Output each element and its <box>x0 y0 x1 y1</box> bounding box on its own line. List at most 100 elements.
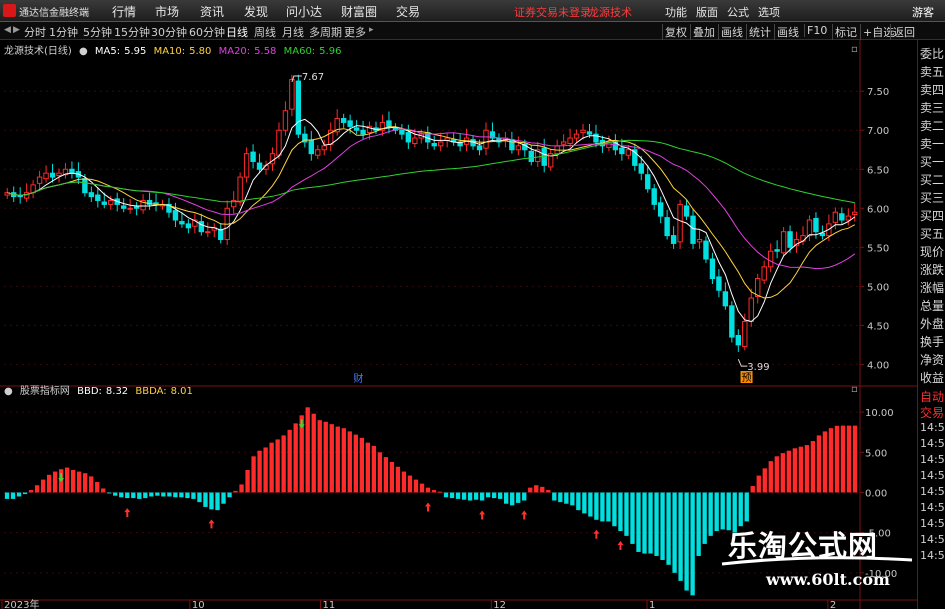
side-turnover[interactable]: 换手 <box>920 333 944 350</box>
bbd-bar <box>612 492 617 527</box>
side-s5[interactable]: 卖五 <box>920 63 944 80</box>
period-60min[interactable]: 60分钟 <box>189 24 225 40</box>
bbd-bar <box>161 492 166 497</box>
side-b2[interactable]: 买二 <box>920 171 944 188</box>
period-1min[interactable]: 1分钟 <box>49 24 78 40</box>
candle-body <box>49 172 56 178</box>
side-outer[interactable]: 外盘 <box>920 315 944 332</box>
menu-options[interactable]: 选项 <box>758 4 780 20</box>
high-label: 7.67 <box>302 72 324 83</box>
bbd-bar <box>552 492 557 501</box>
menu-discover[interactable]: 发现 <box>244 3 268 20</box>
side-volume[interactable]: 总量 <box>920 297 944 314</box>
side-pct[interactable]: 涨幅 <box>920 279 944 296</box>
menu-market[interactable]: 市场 <box>155 3 179 20</box>
bbd-bar <box>155 492 160 496</box>
bbd-bar <box>16 492 22 497</box>
bbd-bar <box>275 439 280 493</box>
candle-body <box>282 110 289 131</box>
side-nav[interactable]: 净资 <box>920 351 944 368</box>
menu-news[interactable]: 资讯 <box>200 3 224 20</box>
bbd-bar <box>630 492 635 544</box>
side-b3[interactable]: 买三 <box>920 189 944 206</box>
date-label: 2023年 <box>4 598 39 609</box>
candle-body <box>677 203 683 243</box>
bbd-bar <box>359 437 365 493</box>
side-s2[interactable]: 卖二 <box>920 117 944 134</box>
side-time: 14:56 <box>920 469 945 482</box>
bbd-bar <box>594 492 599 520</box>
candle-body <box>127 207 133 210</box>
chart-menu-icon: ▫ <box>851 44 858 55</box>
tool-mark[interactable]: 标记 <box>832 24 859 40</box>
period-tick[interactable]: 分时 <box>24 24 46 40</box>
bbd-bar <box>347 431 352 493</box>
side-wb[interactable]: 委比 <box>920 45 944 62</box>
indicator-collapse-icon[interactable]: ● <box>4 386 13 397</box>
nav-next-icon[interactable]: ▶ <box>13 25 23 36</box>
buy-arrow-icon <box>479 510 486 520</box>
menu-function[interactable]: 功能 <box>665 4 687 20</box>
bbd-bar <box>606 492 611 522</box>
side-price[interactable]: 现价 <box>920 243 944 260</box>
bbd-bar <box>696 492 701 556</box>
tool-draw[interactable]: 画线 <box>718 24 745 40</box>
tool-f10[interactable]: F10 <box>804 24 829 37</box>
candle-body <box>528 150 534 162</box>
legend-collapse-icon[interactable]: ● <box>79 46 88 57</box>
menu-hq[interactable]: 行情 <box>112 3 136 20</box>
candle-body <box>716 276 722 291</box>
menu-formula[interactable]: 公式 <box>727 4 749 20</box>
menu-layout[interactable]: 版面 <box>696 4 718 20</box>
period-multi[interactable]: 多周期 <box>309 24 342 40</box>
side-b1[interactable]: 买一 <box>920 153 944 170</box>
tool-stats[interactable]: 统计 <box>746 24 773 40</box>
more-dropdown-icon[interactable]: ▸ <box>369 25 379 36</box>
period-monthly[interactable]: 月线 <box>282 24 304 40</box>
period-daily[interactable]: 日线 <box>226 24 248 40</box>
bbd-bar <box>431 490 437 493</box>
bbd-bar <box>636 492 641 552</box>
menu-wenxiaoda[interactable]: 问小达 <box>286 3 322 20</box>
app-title: 通达信金融终端 <box>19 8 89 19</box>
bbd-bar <box>389 461 395 493</box>
side-b5[interactable]: 买五 <box>920 225 944 242</box>
side-b4[interactable]: 买四 <box>920 207 944 224</box>
side-eps[interactable]: 收益 <box>920 369 944 386</box>
bbd-bar <box>89 476 94 493</box>
side-trade[interactable]: 交易 <box>920 404 944 421</box>
period-weekly[interactable]: 周线 <box>254 24 276 40</box>
bbd-bar <box>660 492 665 560</box>
watermark-title: 乐淘公式网 <box>728 529 879 563</box>
candle-body <box>399 129 405 135</box>
candle-body <box>386 120 392 127</box>
side-s4[interactable]: 卖四 <box>920 81 944 98</box>
guest-user[interactable]: 游客 <box>912 4 934 20</box>
period-30min[interactable]: 30分钟 <box>151 24 187 40</box>
ma10-label: MA10: <box>153 46 186 57</box>
candle-body <box>839 213 845 221</box>
menu-wealth[interactable]: 财富圈 <box>341 3 377 20</box>
bbd-bar <box>528 487 533 493</box>
side-change[interactable]: 涨跌 <box>920 261 944 278</box>
indicator-tick-label: 10.00 <box>865 408 894 419</box>
bbd-bar <box>293 423 298 493</box>
bbd-bar <box>383 457 389 493</box>
bbd-bar <box>485 492 491 498</box>
bbd-bar <box>239 484 244 493</box>
date-label: 1 <box>649 600 655 609</box>
side-time: 14:56 <box>920 485 945 498</box>
tool-drawline[interactable]: 画线 <box>774 24 801 40</box>
side-s3[interactable]: 卖三 <box>920 99 944 116</box>
period-more[interactable]: 更多 <box>344 24 366 40</box>
tool-adjust[interactable]: 复权 <box>662 24 689 40</box>
side-s1[interactable]: 卖一 <box>920 135 944 152</box>
login-status[interactable]: 证券交易未登录 <box>514 4 591 20</box>
indicator-tick-label: 0.00 <box>865 488 887 499</box>
tool-back[interactable]: 返回 <box>890 24 917 40</box>
menu-trade[interactable]: 交易 <box>396 3 420 20</box>
period-5min[interactable]: 5分钟 <box>83 24 112 40</box>
tool-overlay[interactable]: 叠加 <box>690 24 717 40</box>
side-auto[interactable]: 自动 <box>920 388 944 405</box>
period-15min[interactable]: 15分钟 <box>114 24 150 40</box>
